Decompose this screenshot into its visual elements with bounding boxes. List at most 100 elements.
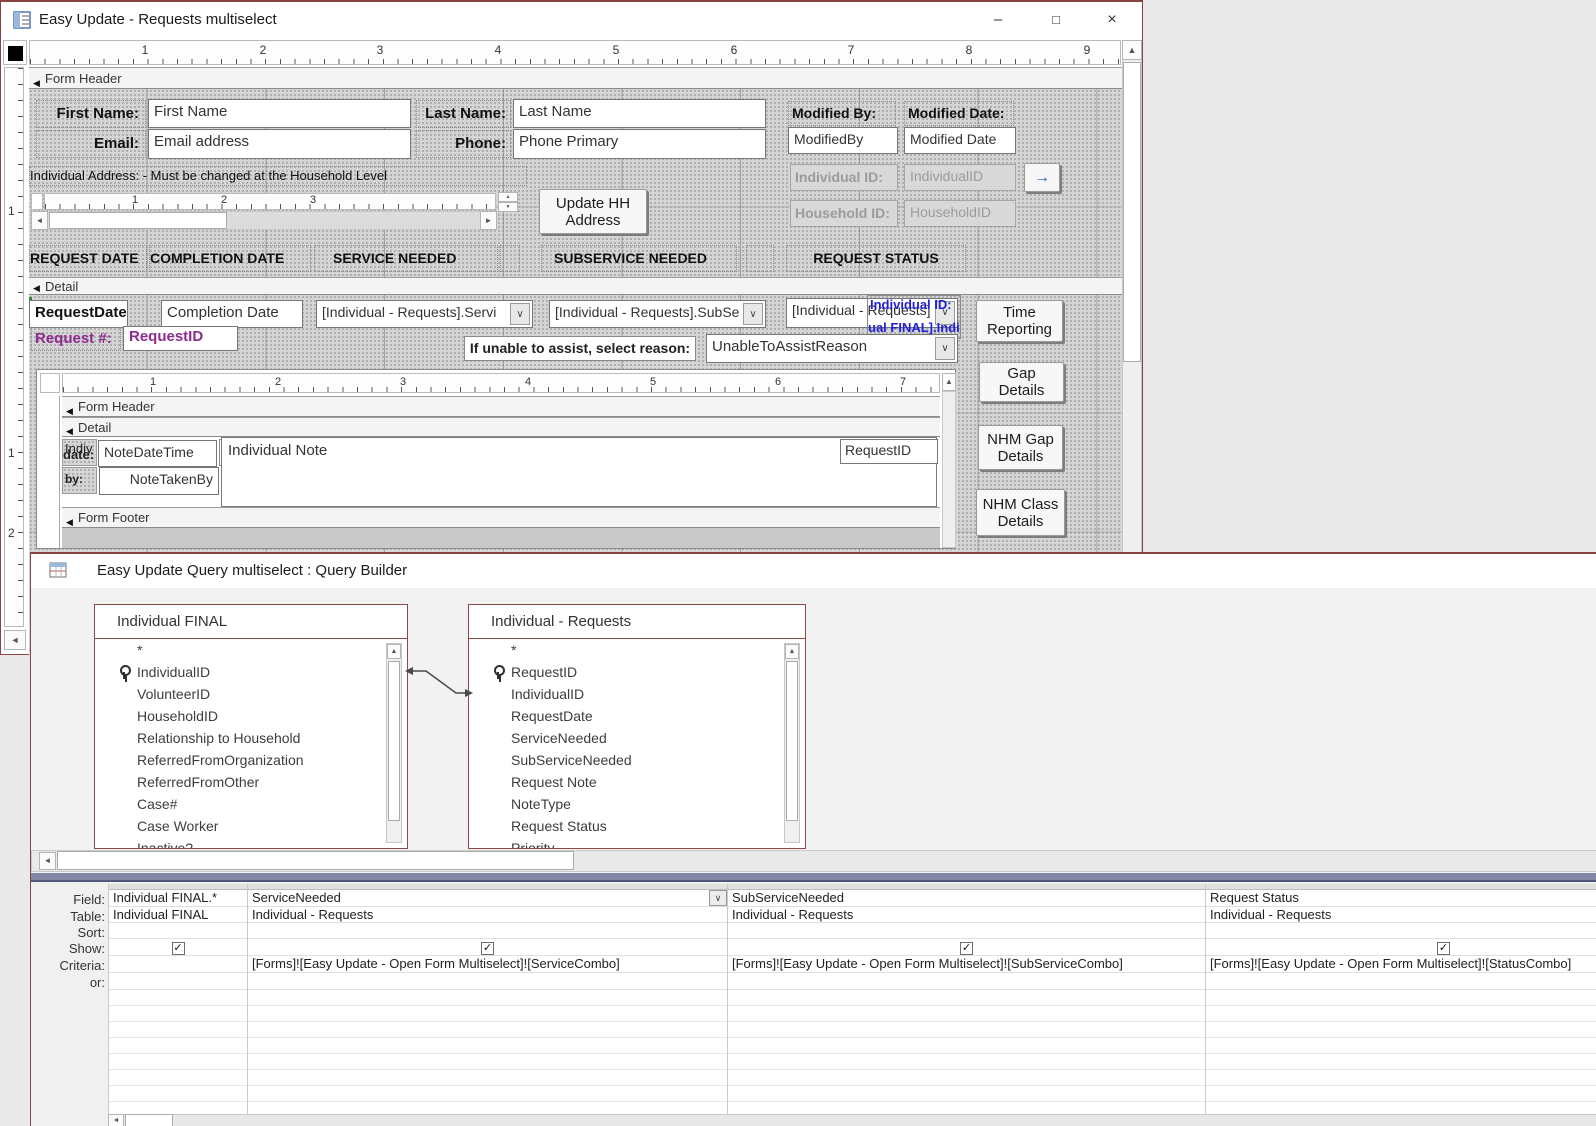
empty-criteria-cell[interactable] [1206, 1038, 1596, 1054]
field-cell[interactable]: Request Status ∨ [1206, 890, 1596, 907]
table-field-item[interactable]: ServiceNeeded [469, 727, 805, 749]
or-cell[interactable] [1206, 973, 1596, 990]
note-datetime-textbox[interactable]: NoteDateTime [98, 440, 217, 467]
nhm-gap-details-button[interactable]: NHM Gap Details [978, 425, 1063, 470]
window2-titlebar[interactable]: Easy Update Query multiselect : Query Bu… [31, 554, 1596, 588]
field-cell[interactable]: SubServiceNeeded ∨ [728, 890, 1205, 907]
pane-splitter[interactable] [31, 873, 1596, 882]
table-box-individual-requests[interactable]: Individual - Requests * RequestID Indivi… [468, 604, 806, 849]
table-field-item[interactable]: NoteType [469, 793, 805, 815]
table-field-item[interactable]: Relationship to Household [95, 727, 407, 749]
empty-criteria-cell[interactable] [248, 1006, 727, 1022]
empty-criteria-cell[interactable] [248, 1054, 727, 1070]
mini-hscroll-right-button[interactable]: ► [480, 211, 497, 230]
modified-by-textbox[interactable]: ModifiedBy [788, 127, 898, 154]
empty-criteria-cell[interactable] [1206, 1054, 1596, 1070]
form-vscroll-thumb[interactable] [1123, 62, 1141, 362]
table-field-item[interactable]: Case# [95, 793, 407, 815]
show-cell[interactable]: ✓ [109, 939, 247, 956]
empty-criteria-cell[interactable] [728, 1022, 1205, 1038]
table-cell[interactable]: Individual FINAL [109, 907, 247, 923]
subform-ruler-corner[interactable] [40, 373, 60, 393]
completion-date-textbox[interactable]: Completion Date [161, 300, 303, 328]
empty-criteria-cell[interactable] [248, 1022, 727, 1038]
table-name[interactable]: Individual FINAL [95, 605, 407, 639]
sort-cell[interactable] [728, 923, 1205, 939]
first-name-label[interactable]: First Name: [36, 100, 146, 128]
subform-vscrollbar[interactable] [942, 391, 956, 548]
note-by-label[interactable]: by: [62, 467, 97, 494]
query-hscroll-thumb[interactable] [57, 851, 574, 870]
empty-criteria-cell[interactable] [1206, 1102, 1596, 1114]
subform-vscroll-up-button[interactable]: ▲ [942, 373, 956, 391]
empty-criteria-cell[interactable] [1206, 990, 1596, 1006]
show-cell[interactable]: ✓ [248, 939, 727, 956]
table-field-item[interactable]: HouseholdID [95, 705, 407, 727]
first-name-textbox[interactable]: First Name [148, 99, 411, 128]
subservice-needed-combo[interactable]: [Individual - Requests].SubSe ∨ [549, 300, 766, 328]
table-field-item[interactable]: ReferredFromOrganization [95, 749, 407, 771]
table-field-item[interactable]: VolunteerID [95, 683, 407, 705]
empty-criteria-cell[interactable] [728, 1006, 1205, 1022]
table-field-item[interactable]: RequestDate [469, 705, 805, 727]
request-date-textbox[interactable]: RequestDate [29, 300, 128, 328]
table-field-item[interactable]: ReferredFromOther [95, 771, 407, 793]
request-number-label[interactable]: Request #: [31, 327, 121, 351]
form-selector-square[interactable] [8, 46, 23, 61]
grid-hscroll-left-button[interactable]: ◄ [108, 1114, 124, 1126]
col-header-subservice-needed[interactable]: SUBSERVICE NEEDED [541, 245, 737, 272]
household-id-textbox[interactable]: HouseholdID [904, 200, 1016, 227]
empty-criteria-cell[interactable] [248, 1070, 727, 1086]
subform-section-form-header[interactable]: ◀ Form Header [62, 396, 940, 417]
table-field-item[interactable]: Case Worker [95, 815, 407, 837]
grid-hscrollbar[interactable] [108, 1114, 1596, 1126]
empty-criteria-cell[interactable] [248, 990, 727, 1006]
criteria-cell[interactable]: [Forms]![Easy Update - Open Form Multise… [248, 956, 727, 973]
empty-criteria-cell[interactable] [109, 990, 247, 1006]
table-field-item[interactable]: Priority [469, 837, 805, 848]
col-header-request-date[interactable]: REQUEST DATE [29, 245, 147, 272]
sort-cell[interactable] [1206, 923, 1596, 939]
criteria-cell[interactable]: [Forms]![Easy Update - Open Form Multise… [1206, 956, 1596, 973]
table-field-item[interactable]: SubServiceNeeded [469, 749, 805, 771]
gap-details-button[interactable]: Gap Details [979, 362, 1064, 402]
field-cell[interactable]: ServiceNeeded ∨ [248, 890, 727, 907]
show-checkbox[interactable]: ✓ [960, 942, 973, 955]
mini-spin-up-button[interactable]: ▲ [498, 192, 518, 202]
section-bar-detail[interactable]: ◀ Detail [29, 277, 1122, 295]
individual-id-textbox[interactable]: IndividualID [904, 164, 1016, 191]
empty-criteria-cell[interactable] [728, 1086, 1205, 1102]
service-needed-combo[interactable]: [Individual - Requests].Servi ∨ [316, 300, 533, 328]
table-field-item[interactable]: IndividualID [95, 661, 407, 683]
modified-by-label[interactable]: Modified By: [788, 101, 896, 126]
form-vscroll-up-button[interactable]: ▲ [1122, 40, 1142, 60]
grid-hscroll-thumb[interactable] [125, 1114, 173, 1126]
table-cell[interactable]: Individual - Requests [1206, 907, 1596, 923]
field-cell[interactable]: Individual FINAL.* ∨ [109, 890, 247, 907]
empty-criteria-cell[interactable] [1206, 1070, 1596, 1086]
table2-scroll-thumb[interactable] [786, 661, 798, 821]
household-id-label[interactable]: Household ID: [790, 200, 898, 227]
empty-criteria-cell[interactable] [109, 1038, 247, 1054]
email-label[interactable]: Email: [36, 130, 146, 158]
combo-dropdown-icon[interactable]: ∨ [510, 303, 530, 325]
table1-scroll-up-button[interactable]: ▲ [387, 644, 401, 659]
go-to-individual-button[interactable]: → [1024, 163, 1060, 192]
sort-cell[interactable] [109, 923, 247, 939]
individual-id-label[interactable]: Individual ID: [790, 164, 898, 191]
show-checkbox[interactable]: ✓ [481, 942, 494, 955]
empty-criteria-cell[interactable] [248, 1086, 727, 1102]
empty-criteria-cell[interactable] [109, 1070, 247, 1086]
combo-dropdown-icon[interactable]: ∨ [743, 303, 763, 325]
empty-criteria-cell[interactable] [109, 1102, 247, 1114]
empty-criteria-cell[interactable] [728, 1070, 1205, 1086]
mini-spin-down-button[interactable]: ▼ [498, 202, 518, 212]
section-bar-form-header[interactable]: ◀ Form Header [29, 67, 1122, 89]
note-taken-by-textbox[interactable]: NoteTakenBy [99, 467, 219, 495]
table-field-item[interactable]: Request Note [469, 771, 805, 793]
subform-section-detail[interactable]: ◀ Detail [62, 417, 940, 437]
col-header-service-needed[interactable]: SERVICE NEEDED [314, 245, 498, 272]
or-cell[interactable] [248, 973, 727, 990]
subform-request-id-textbox[interactable]: RequestID [840, 439, 938, 464]
or-cell[interactable] [728, 973, 1205, 990]
